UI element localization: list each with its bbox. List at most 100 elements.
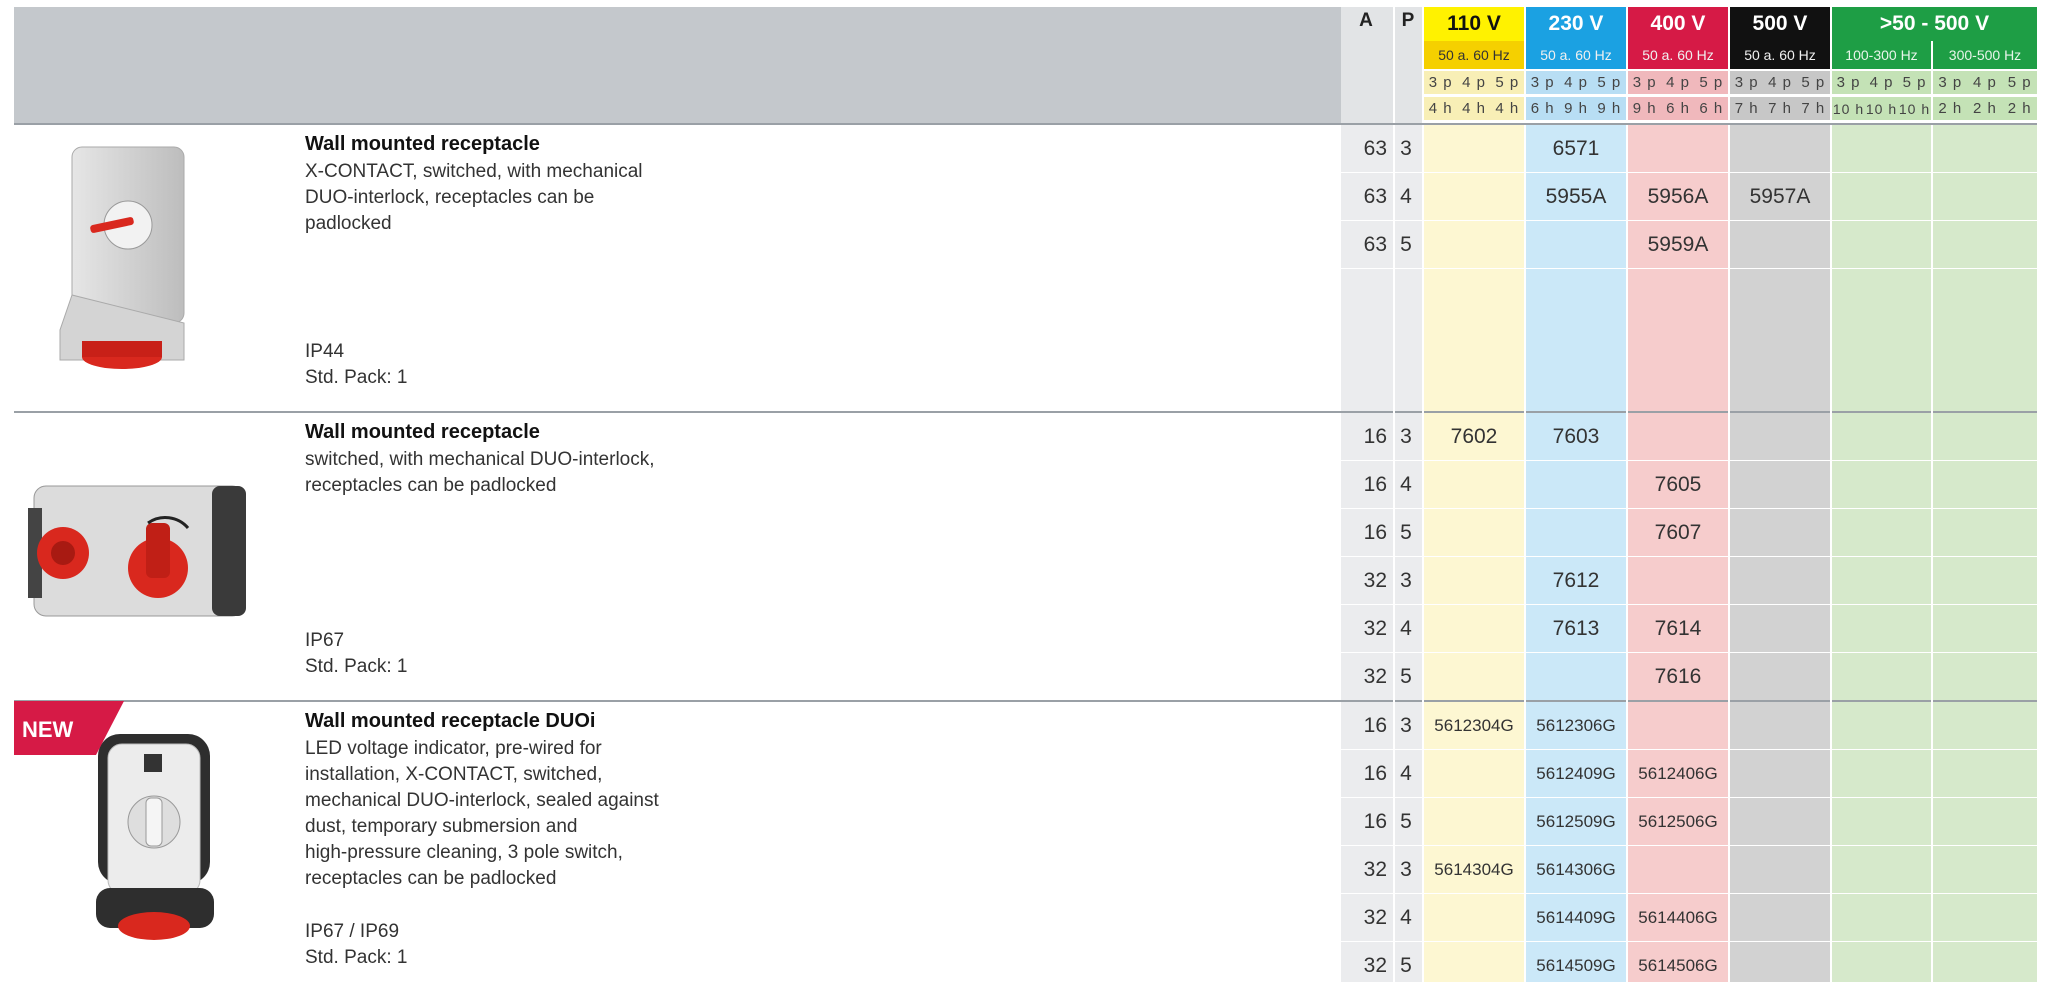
standard-pack: Std. Pack: 1 (305, 367, 408, 388)
poles-cell: 4 p (1865, 71, 1898, 94)
article-number: 5614409G (1536, 908, 1616, 927)
article-number (1730, 461, 1830, 509)
article-number (1730, 750, 1830, 798)
article-number: 5612304G (1434, 716, 1514, 735)
article-number (1730, 653, 1830, 701)
hours-cell: 9 h (1559, 97, 1593, 120)
product-description-line: padlocked (305, 213, 392, 234)
pole-value: 3 (1400, 137, 1412, 160)
pole-value: 4 (1400, 906, 1412, 929)
hours-cell: 9 h (1628, 97, 1662, 120)
poles-cell: 4 p (1967, 71, 2003, 94)
frequency-header-green-0: 100-300 Hz (1832, 41, 1931, 69)
product-description-line: DUO-interlock, receptacles can be (305, 187, 595, 208)
article-number: 7602 (1450, 425, 1498, 448)
hours-cell: 7 h (1763, 97, 1797, 120)
pole-value: 4 (1400, 762, 1412, 785)
product-title: Wall mounted receptacle DUOi (305, 710, 596, 732)
column-separator (1422, 125, 1424, 982)
amp-value: 63 (1363, 233, 1387, 256)
column-separator (1931, 125, 1933, 982)
hours-cell: 7 h (1730, 97, 1764, 120)
poles-cell: 4 p (1559, 71, 1593, 94)
poles-cell: 3 p (1628, 71, 1662, 94)
article-number: 7605 (1654, 473, 1702, 496)
product-description-line: high-pressure cleaning, 3 pole switch, (305, 842, 623, 863)
product-description-line: dust, temporary submersion and (305, 816, 578, 837)
hours-cell: 2 h (1967, 97, 2003, 120)
article-number (1730, 798, 1830, 846)
poles-cell: 4 p (1457, 71, 1491, 94)
article-number (1424, 798, 1524, 846)
new-badge: NEW (14, 701, 124, 755)
article-number (1730, 605, 1830, 653)
article-number: 5612406G (1638, 764, 1718, 783)
frequency-header-1: 50 a. 60 Hz (1526, 41, 1626, 69)
article-number: 5957A (1749, 185, 1811, 208)
hours-cell: 2 h (2002, 97, 2037, 120)
poles-cell: 5 p (1796, 71, 1830, 94)
article-number (1424, 605, 1524, 653)
standard-pack: Std. Pack: 1 (305, 656, 408, 677)
article-number (1628, 557, 1728, 605)
hours-cell: 9 h (1592, 97, 1626, 120)
voltage-column-fill-4 (1832, 702, 1931, 982)
frequency-header-green-1: 300-500 Hz (1933, 41, 2037, 69)
amp-value: 32 (1363, 617, 1387, 640)
poles-cell: 3 p (1832, 71, 1865, 94)
poles-cell: 3 p (1730, 71, 1764, 94)
amp-value: 16 (1363, 473, 1387, 496)
article-number (1526, 221, 1626, 269)
amp-value: 32 (1363, 906, 1387, 929)
product-image-x-contact (59, 146, 185, 369)
amp-value: 16 (1363, 521, 1387, 544)
article-number: 7613 (1552, 617, 1600, 640)
pole-value: 5 (1400, 521, 1412, 544)
voltage-header-1: 230 V (1526, 7, 1626, 41)
voltage-header-2: 400 V (1628, 7, 1728, 41)
article-number (1526, 509, 1626, 557)
poles-cell: 4 p (1763, 71, 1797, 94)
pole-value: 3 (1400, 714, 1412, 737)
product-description-line: installation, X-CONTACT, switched, (305, 764, 603, 785)
poles-cell: 5 p (1490, 71, 1524, 94)
poles-cell: 5 p (1694, 71, 1728, 94)
product-description-line: switched, with mechanical DUO-interlock, (305, 449, 655, 470)
ip-rating: IP44 (305, 341, 345, 362)
frequency-header-2: 50 a. 60 Hz (1628, 41, 1728, 69)
article-number (1730, 942, 1830, 982)
article-number: 7612 (1552, 569, 1600, 592)
article-number (1628, 846, 1728, 894)
article-number (1424, 653, 1524, 701)
article-number: 5614506G (1638, 956, 1718, 975)
ip-rating: IP67 / IP69 (305, 921, 400, 942)
article-number (1526, 461, 1626, 509)
header-background (14, 7, 1341, 123)
amp-value: 63 (1363, 137, 1387, 160)
article-number: 5612509G (1536, 812, 1616, 831)
poles-cell: 5 p (2002, 71, 2037, 94)
article-number (1730, 221, 1830, 269)
pole-value: 3 (1400, 425, 1412, 448)
article-number: 6571 (1552, 137, 1600, 160)
article-number: 5614306G (1536, 860, 1616, 879)
product-description-line: X-CONTACT, switched, with mechanical (305, 161, 643, 182)
voltage-header-0: 110 V (1424, 7, 1524, 41)
hours-cell: 6 h (1661, 97, 1695, 120)
article-number (1628, 413, 1728, 461)
voltage-header-4: >50 - 500 V (1832, 7, 2037, 41)
ip-rating: IP67 (305, 630, 345, 651)
header-pole-label: P (1401, 10, 1415, 31)
product-title: Wall mounted receptacle (305, 133, 540, 155)
hours-cell: 10 h (1832, 97, 1865, 120)
article-number (1730, 894, 1830, 942)
article-number: 7603 (1552, 425, 1600, 448)
hours-cell: 10 h (1898, 97, 1931, 120)
article-number (1628, 125, 1728, 173)
article-number (1424, 173, 1524, 221)
column-separator (1393, 125, 1395, 982)
article-number: 7614 (1654, 617, 1702, 640)
article-number (1730, 509, 1830, 557)
hours-cell: 4 h (1424, 97, 1458, 120)
column-separator (1728, 125, 1730, 982)
